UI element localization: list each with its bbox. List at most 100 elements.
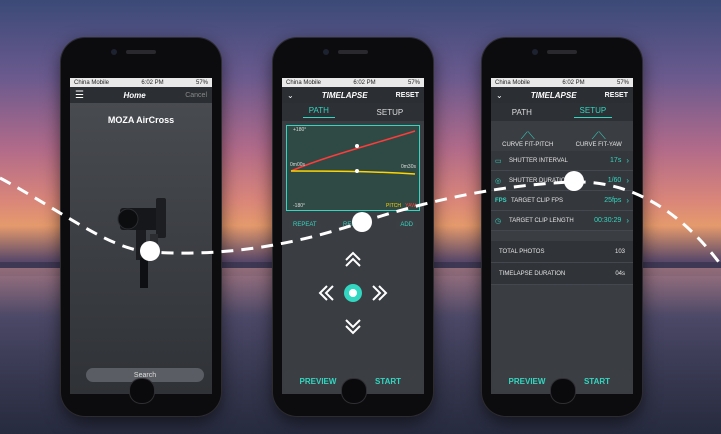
setting-label: TARGET CLIP LENGTH — [509, 217, 574, 224]
status-bar: China Mobile 6:02 PM 57% — [491, 78, 633, 87]
chevron-up-icon[interactable] — [345, 257, 361, 267]
chevron-down-icon[interactable]: ⌄ — [496, 91, 503, 100]
battery-label: 57% — [616, 79, 629, 86]
gimbal-image — [117, 198, 166, 288]
tab-setup[interactable]: SETUP — [573, 106, 613, 118]
curve-fit-pitch-label: CURVE FIT-PITCH — [502, 142, 554, 148]
tab-path[interactable]: PATH — [302, 106, 335, 118]
curve-fit-yaw-label: CURVE FIT-YAW — [575, 142, 622, 148]
battery-label: 57% — [195, 79, 208, 86]
setting-value: 1/60 — [607, 177, 622, 184]
pitch-keypoint[interactable] — [355, 144, 359, 148]
direction-pad — [318, 251, 388, 335]
battery-label: 57% — [407, 79, 420, 86]
chart-mid-right-label: 0m30s — [400, 164, 416, 170]
home-button[interactable] — [341, 378, 367, 404]
timelapse-setup-screen: China Mobile 6:02 PM 57% ⌄ TIMELAPSE RES… — [491, 78, 633, 394]
home-screen: China Mobile 6:02 PM 57% ☰ Home Cancel M… — [70, 78, 212, 394]
time-label: 6:02 PM — [353, 79, 376, 86]
legend-pitch: PITCH — [386, 203, 401, 209]
status-bar: China Mobile 6:02 PM 57% — [70, 78, 212, 87]
repeat-button[interactable]: REPEAT — [288, 220, 322, 230]
curve-chart[interactable]: +180° 0m00s 0m30s -180° PITCH YAW — [286, 125, 420, 211]
add-button[interactable]: ADD — [395, 220, 418, 230]
path-keypoint-1 — [140, 241, 160, 261]
home-button[interactable] — [550, 378, 576, 404]
chevron-right-icon[interactable] — [372, 285, 382, 301]
path-keypoint-3 — [564, 171, 584, 191]
timelapse-duration-row: TIMELAPSE DURATION 04s — [491, 263, 633, 285]
tab-setup[interactable]: SETUP — [377, 108, 404, 117]
chevron-down-icon[interactable] — [345, 319, 361, 329]
setting-row-shutter-duration[interactable]: ◎ SHUTTER DURATION 1/60 › — [491, 171, 633, 191]
chevron-right-icon: › — [626, 156, 629, 165]
chart-bottom-label: -180° — [293, 203, 306, 209]
shutter-duration-icon: ◎ — [495, 177, 502, 185]
page-title: Home — [123, 90, 146, 100]
curve-pitch-icon: ⟋⟍ — [520, 131, 535, 142]
reset-button[interactable]: RESET — [605, 92, 628, 99]
settings-list: ▭ SHUTTER INTERVAL 17s › ◎ SHUTTER DURAT… — [491, 151, 633, 231]
setting-label: SHUTTER DURATION — [509, 177, 570, 184]
phone-timelapse-setup: China Mobile 6:02 PM 57% ⌄ TIMELAPSE RES… — [482, 38, 642, 416]
timelapse-path-screen: China Mobile 6:02 PM 57% ⌄ TIMELAPSE RES… — [282, 78, 424, 394]
chart-mid-label: 0m00s — [290, 162, 306, 168]
nav-bar: ⌄ TIMELAPSE RESET — [491, 87, 633, 103]
curve-fit-options: ⟋⟍ CURVE FIT-PITCH ⟋⟍ CURVE FIT-YAW — [491, 121, 633, 151]
curve-yaw-icon: ⟋⟍ — [591, 131, 606, 142]
reset-button[interactable]: RESET — [396, 92, 419, 99]
timelapse-duration-label: TIMELAPSE DURATION — [499, 270, 566, 277]
curve-fit-yaw-option[interactable]: ⟋⟍ CURVE FIT-YAW — [576, 131, 622, 148]
menu-icon[interactable]: ☰ — [75, 90, 84, 101]
time-label: 6:02 PM — [562, 79, 585, 86]
timelapse-duration-value: 04s — [615, 270, 625, 277]
legend-yaw: YAW — [405, 203, 416, 209]
page-title: TIMELAPSE — [321, 90, 368, 100]
curve-svg — [290, 130, 416, 175]
setting-value: 00:30:29 — [594, 217, 622, 224]
front-camera — [532, 49, 538, 55]
setting-label: SHUTTER INTERVAL — [509, 157, 568, 164]
tab-bar: PATH SETUP — [491, 103, 633, 121]
nav-bar: ⌄ TIMELAPSE RESET — [282, 87, 424, 103]
chevron-right-icon: › — [626, 196, 629, 205]
cancel-button[interactable]: Cancel — [185, 92, 207, 99]
setting-value: 17s — [610, 157, 622, 164]
tab-path[interactable]: PATH — [512, 108, 532, 117]
home-button[interactable] — [129, 378, 155, 404]
chevron-right-icon: › — [626, 176, 629, 185]
total-photos-row: TOTAL PHOTOS 103 — [491, 241, 633, 263]
device-name: MOZA AirCross — [107, 115, 175, 125]
setting-value: 25fps — [604, 197, 622, 204]
speaker — [126, 50, 156, 54]
carrier-label: China Mobile — [495, 79, 531, 86]
speaker — [547, 50, 577, 54]
fps-icon: FPS — [495, 197, 507, 204]
tab-bar: PATH SETUP — [282, 103, 424, 121]
total-photos-value: 103 — [614, 248, 625, 255]
chart-top-label: +180° — [293, 127, 307, 133]
phone-home: China Mobile 6:02 PM 57% ☰ Home Cancel M… — [61, 38, 221, 416]
total-photos-label: TOTAL PHOTOS — [499, 248, 545, 255]
shutter-interval-icon: ▭ — [495, 157, 502, 165]
yaw-keypoint[interactable] — [355, 169, 359, 173]
setting-row-target-fps[interactable]: FPS TARGET CLIP FPS 25fps › — [491, 191, 633, 211]
page-title: TIMELAPSE — [530, 90, 577, 100]
start-label: START — [374, 376, 402, 386]
front-camera — [111, 49, 117, 55]
setting-row-target-clip-length[interactable]: ◷ TARGET CLIP LENGTH 00:30:29 › — [491, 211, 633, 231]
path-keypoint-2 — [352, 212, 372, 232]
setting-label: TARGET CLIP FPS — [511, 197, 564, 204]
setting-row-shutter-interval[interactable]: ▭ SHUTTER INTERVAL 17s › — [491, 151, 633, 171]
status-bar: China Mobile 6:02 PM 57% — [282, 78, 424, 87]
preview-label: PREVIEW — [508, 376, 546, 386]
pitch-curve — [290, 130, 416, 172]
carrier-label: China Mobile — [286, 79, 322, 86]
time-label: 6:02 PM — [141, 79, 164, 86]
chevron-left-icon[interactable] — [324, 285, 334, 301]
carrier-label: China Mobile — [74, 79, 110, 86]
yaw-curve — [290, 170, 416, 175]
chevron-down-icon[interactable]: ⌄ — [287, 91, 294, 100]
curve-fit-pitch-option[interactable]: ⟋⟍ CURVE FIT-PITCH — [502, 131, 553, 148]
